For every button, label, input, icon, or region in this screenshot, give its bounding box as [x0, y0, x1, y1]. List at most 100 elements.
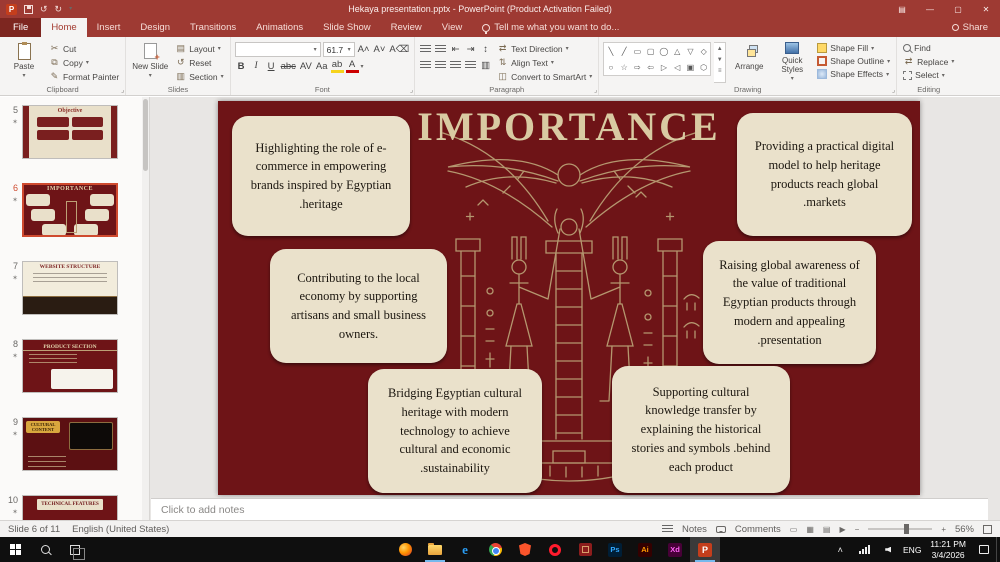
tab-slideshow[interactable]: Slide Show: [313, 18, 381, 37]
fit-to-window-icon[interactable]: [983, 525, 992, 534]
zoom-in-icon[interactable]: +: [941, 525, 946, 534]
language-switcher[interactable]: ENG: [900, 537, 924, 562]
shape-option[interactable]: ⬡: [700, 63, 707, 72]
format-painter-button[interactable]: ✎Format Painter: [47, 70, 121, 83]
close-icon[interactable]: ✕: [972, 0, 1000, 18]
presentation-file-icon[interactable]: [570, 537, 600, 562]
save-icon[interactable]: [24, 5, 33, 14]
change-case-button[interactable]: Aa: [315, 59, 329, 73]
notification-center-button[interactable]: [972, 537, 996, 562]
shape-option[interactable]: △: [674, 47, 680, 56]
text-direction-button[interactable]: ⇄Text Direction▾: [495, 42, 594, 55]
font-name-combo[interactable]: ▾: [235, 42, 321, 57]
highlight-color-button[interactable]: ab: [331, 59, 344, 73]
character-spacing-button[interactable]: AV: [299, 59, 313, 73]
section-button[interactable]: ▥Section▾: [173, 70, 225, 83]
normal-view-icon[interactable]: ▭: [790, 525, 798, 534]
show-desktop-button[interactable]: [996, 537, 1000, 562]
tab-animations[interactable]: Animations: [246, 18, 313, 37]
shape-option[interactable]: ○: [608, 63, 613, 72]
reset-button[interactable]: ↺Reset: [173, 56, 225, 69]
shapes-gallery-scroll[interactable]: ▲ ▼ ≡: [714, 42, 726, 83]
quick-styles-button[interactable]: Quick Styles ▾: [772, 39, 812, 83]
clipboard-dialog-launcher[interactable]: ⌟: [121, 87, 124, 94]
tab-home[interactable]: Home: [41, 18, 86, 37]
align-left-button[interactable]: [419, 58, 432, 72]
numbering-button[interactable]: [434, 42, 447, 56]
text-box[interactable]: Supporting cultural knowledge transfer b…: [612, 366, 790, 493]
slide-thumbnail-5[interactable]: 5 Objective: [0, 103, 149, 181]
hidden-icons-button[interactable]: ˄: [828, 537, 852, 562]
comments-toggle[interactable]: Comments: [735, 524, 781, 535]
text-box[interactable]: Bridging Egyptian cultural heritage with…: [368, 369, 542, 493]
thumbnail-scrollbar[interactable]: [142, 97, 149, 520]
text-box[interactable]: Highlighting the role of e-commerce in e…: [232, 116, 410, 236]
tell-me-box[interactable]: Tell me what you want to do...: [472, 18, 629, 37]
undo-icon[interactable]: ↺: [40, 5, 48, 14]
shape-option[interactable]: ☆: [621, 63, 628, 72]
font-dialog-launcher[interactable]: ⌟: [410, 87, 413, 94]
shape-option[interactable]: ▢: [647, 47, 655, 56]
convert-smartart-button[interactable]: ◫Convert to SmartArt▾: [495, 70, 594, 83]
task-view-button[interactable]: [60, 537, 90, 562]
shape-option[interactable]: ◯: [659, 47, 668, 56]
strikethrough-button[interactable]: abc: [280, 59, 297, 73]
tab-transitions[interactable]: Transitions: [180, 18, 246, 37]
tab-view[interactable]: View: [432, 18, 472, 37]
copy-button[interactable]: ⧉Copy▾: [47, 56, 121, 69]
clear-formatting-icon[interactable]: A⌫: [388, 43, 410, 57]
powerpoint-taskbar-icon[interactable]: P: [690, 537, 720, 562]
volume-icon[interactable]: [876, 537, 900, 562]
minimize-icon[interactable]: —: [916, 0, 944, 18]
illustrator-icon[interactable]: Ai: [630, 537, 660, 562]
reading-view-icon[interactable]: ▤: [823, 525, 831, 534]
shape-option[interactable]: ▣: [687, 63, 695, 72]
shape-effects-button[interactable]: Shape Effects▾: [815, 68, 892, 80]
align-right-button[interactable]: [449, 58, 462, 72]
replace-button[interactable]: ⇄Replace▾: [901, 55, 956, 68]
shape-option[interactable]: ◁: [674, 63, 680, 72]
decrease-font-icon[interactable]: A˅: [372, 43, 386, 57]
zoom-slider[interactable]: [868, 528, 932, 530]
taskbar-search-button[interactable]: [30, 537, 60, 562]
cut-button[interactable]: ✂Cut: [47, 42, 121, 55]
text-box[interactable]: Raising global awareness of the value of…: [703, 241, 876, 364]
new-slide-button[interactable]: New Slide ▾: [130, 39, 170, 83]
slide-thumbnail-8[interactable]: 8 PRODUCT SECTION: [0, 337, 149, 415]
slide-thumbnail-6[interactable]: 6 IMPORTANCE: [0, 181, 149, 259]
maximize-icon[interactable]: ▢: [944, 0, 972, 18]
xd-icon[interactable]: Xd: [660, 537, 690, 562]
paste-button[interactable]: Paste ▾: [4, 39, 44, 83]
start-button[interactable]: [0, 537, 30, 562]
firefox-icon[interactable]: [390, 537, 420, 562]
shape-option[interactable]: ╱: [622, 47, 627, 56]
shape-option[interactable]: ▷: [661, 63, 667, 72]
align-center-button[interactable]: [434, 58, 447, 72]
slide-canvas[interactable]: IMPORTANCE Highlighting the role of e-co…: [218, 101, 920, 495]
increase-indent-button[interactable]: ⇥: [464, 42, 477, 56]
drawing-dialog-launcher[interactable]: ⌟: [892, 87, 895, 94]
slide-sorter-icon[interactable]: ▦: [806, 525, 814, 534]
italic-button[interactable]: I: [250, 59, 263, 73]
chrome-icon[interactable]: [480, 537, 510, 562]
taskbar-clock[interactable]: 11:21 PM 3/4/2026: [924, 537, 972, 562]
gallery-up-icon[interactable]: ▲: [714, 43, 725, 54]
zoom-out-icon[interactable]: −: [855, 525, 860, 534]
tab-file[interactable]: File: [0, 18, 41, 37]
shape-option[interactable]: ◇: [701, 47, 707, 56]
layout-button[interactable]: ▤Layout▾: [173, 42, 225, 55]
zoom-slider-thumb[interactable]: [904, 524, 909, 534]
tab-review[interactable]: Review: [381, 18, 432, 37]
notes-toggle[interactable]: Notes: [682, 524, 707, 535]
decrease-indent-button[interactable]: ⇤: [449, 42, 462, 56]
slide-thumbnail-10[interactable]: 10 TECHNICAL FEATURES: [0, 493, 149, 520]
opera-icon[interactable]: [540, 537, 570, 562]
tab-insert[interactable]: Insert: [87, 18, 131, 37]
justify-button[interactable]: [464, 58, 477, 72]
line-spacing-button[interactable]: ↕: [479, 42, 492, 56]
text-box[interactable]: Contributing to the local economy by sup…: [270, 249, 447, 363]
shape-option[interactable]: ╲: [608, 47, 613, 56]
select-button[interactable]: Select▾: [901, 69, 956, 81]
paragraph-dialog-launcher[interactable]: ⌟: [594, 87, 597, 94]
underline-button[interactable]: U: [265, 59, 278, 73]
